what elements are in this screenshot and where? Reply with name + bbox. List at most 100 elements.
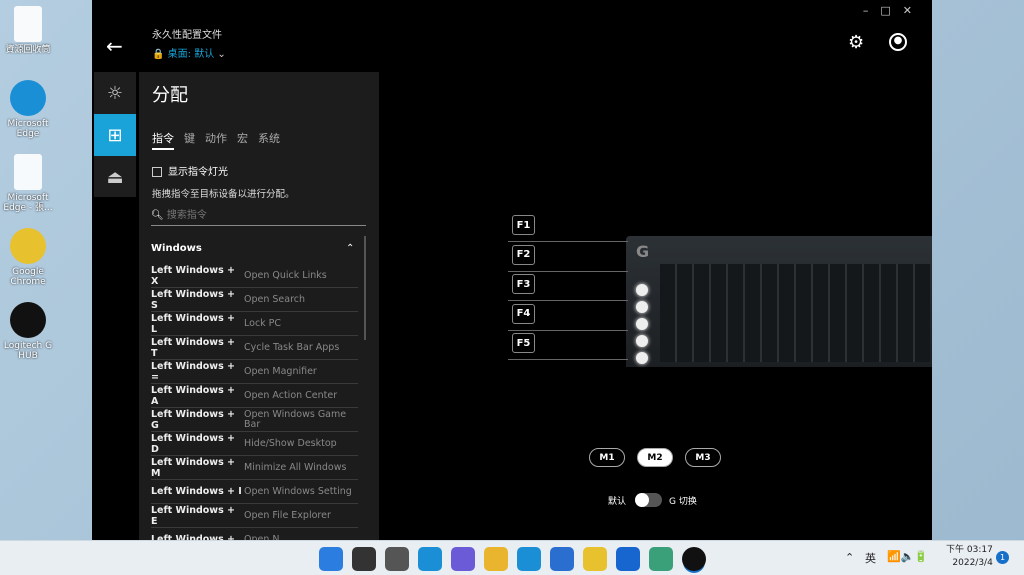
file-icon xyxy=(14,154,42,190)
command-row[interactable]: Left Windows + M Minimize All Windows xyxy=(151,456,358,480)
tab-0[interactable]: 指令 xyxy=(152,132,174,150)
desktop-icon-label: Logitech G HUB xyxy=(3,341,53,361)
chrome-icon[interactable] xyxy=(583,547,607,571)
gkey-dot[interactable] xyxy=(636,352,648,364)
command-row[interactable]: Left Windows + L Lock PC xyxy=(151,312,358,336)
logitech-g-logo: G xyxy=(636,242,650,261)
desktop-icon[interactable]: Microsoft Edge - 張... xyxy=(2,154,54,213)
command-key: Left Windows + E xyxy=(151,504,236,527)
search-icon: 🔍︎ xyxy=(151,210,164,221)
mode-M2[interactable]: M2 xyxy=(637,448,673,467)
date: 2022/3/4 xyxy=(952,558,993,568)
tab-3[interactable]: 宏 xyxy=(237,132,248,145)
mode-M1[interactable]: M1 xyxy=(589,448,625,467)
game-mode-icon[interactable]: ⏏ xyxy=(94,156,136,198)
tab-2[interactable]: 动作 xyxy=(205,132,227,145)
command-key: Left Windows + = xyxy=(151,360,236,383)
keys xyxy=(660,264,930,362)
gkey-dot[interactable] xyxy=(636,301,648,313)
start-icon[interactable] xyxy=(319,547,343,571)
gkey-F3[interactable]: F3 xyxy=(512,274,535,294)
assign-icon[interactable]: ⊞ xyxy=(94,114,136,156)
g-shift-toggle[interactable] xyxy=(635,493,662,507)
desktop-icon[interactable]: Google Chrome xyxy=(2,228,54,287)
command-row[interactable]: Left Windows + D Hide/Show Desktop xyxy=(151,432,358,456)
network-app-icon[interactable] xyxy=(649,547,673,571)
profile-label: 永久性配置文件 xyxy=(152,30,222,41)
command-desc: Hide/Show Desktop xyxy=(244,437,337,449)
file-explorer-icon[interactable] xyxy=(484,547,508,571)
gkey-F4[interactable]: F4 xyxy=(512,303,535,324)
account-icon[interactable]: ● xyxy=(889,33,907,51)
settings-gear-icon[interactable]: ⚙ xyxy=(848,32,864,53)
ime-indicator[interactable]: 英 xyxy=(865,550,876,566)
command-key: Left Windows + T xyxy=(151,336,236,359)
defender-icon[interactable] xyxy=(616,547,640,571)
panel-title: 分配 xyxy=(152,85,188,106)
logitech-g-hub-icon[interactable] xyxy=(682,547,706,571)
desktop-icon[interactable]: 資源回收筒 xyxy=(2,6,54,55)
mode-M3[interactable]: M3 xyxy=(685,448,721,467)
taskbar: ⌃ 英 📶🔈🔋 下午 03:17 2022/3/4 1 xyxy=(0,540,1024,575)
brightness-icon[interactable]: ☼ xyxy=(94,72,136,114)
command-key: Left Windows + I xyxy=(151,486,242,497)
section-windows[interactable]: Windows xyxy=(151,243,202,254)
command-key: Left Windows + L xyxy=(151,312,236,335)
command-desc: Open Quick Links xyxy=(244,269,327,281)
gkey-dot[interactable] xyxy=(636,284,648,296)
recycle-bin-icon xyxy=(14,6,42,42)
gkey-dot[interactable] xyxy=(636,318,648,330)
notification-badge[interactable]: 1 xyxy=(996,551,1009,564)
command-row[interactable]: Left Windows + A Open Action Center xyxy=(151,384,358,408)
gkey-connector xyxy=(508,270,628,272)
tray-chevron-icon[interactable]: ⌃ xyxy=(845,551,854,564)
command-desc: Open Windows Game Bar xyxy=(244,408,347,430)
search-icon[interactable] xyxy=(352,547,376,571)
tab-4[interactable]: 系统 xyxy=(258,132,280,145)
gkey-F1[interactable]: F1 xyxy=(512,215,535,235)
wifi-volume-battery-icon[interactable]: 📶🔈🔋 xyxy=(887,550,928,563)
command-row[interactable]: Left Windows + S Open Search xyxy=(151,288,358,312)
toggle-label-default: 默认 xyxy=(608,497,627,507)
window-controls[interactable]: –□✕ xyxy=(863,4,924,17)
command-row[interactable]: Left Windows + T Cycle Task Bar Apps xyxy=(151,336,358,360)
time: 下午 03:17 xyxy=(946,545,993,555)
chat-icon[interactable] xyxy=(451,547,475,571)
command-row[interactable]: Left Windows + = Open Magnifier xyxy=(151,360,358,384)
desktop-icon-label: 資源回收筒 xyxy=(5,45,51,55)
tabs: 指令键动作宏系统 xyxy=(152,127,290,150)
store-icon[interactable] xyxy=(550,547,574,571)
profile-value: 桌面: 默认 xyxy=(167,49,215,60)
command-row[interactable]: Left Windows + G Open Windows Game Bar xyxy=(151,408,358,432)
scrollbar[interactable] xyxy=(364,236,366,340)
task-view-icon[interactable] xyxy=(385,547,409,571)
command-row[interactable]: Left Windows + E Open File Explorer xyxy=(151,504,358,528)
edge-icon xyxy=(10,80,46,116)
lock-icon: 🔒 xyxy=(152,49,165,60)
chrome-icon xyxy=(10,228,46,264)
chevron-down-icon: ⌄ xyxy=(217,49,226,60)
logitech-g-icon xyxy=(10,302,46,338)
edge-icon[interactable] xyxy=(517,547,541,571)
gkey-dot[interactable] xyxy=(636,335,648,347)
command-desc: Lock PC xyxy=(244,317,282,329)
show-lighting-checkbox[interactable]: 显示指令灯光 xyxy=(152,163,228,178)
command-row[interactable]: Left Windows + X Open Quick Links xyxy=(151,264,358,288)
desktop-icon[interactable]: Microsoft Edge xyxy=(2,80,54,139)
gkey-F2[interactable]: F2 xyxy=(512,244,535,265)
gkey-connector xyxy=(508,329,628,331)
back-arrow-icon[interactable]: ← xyxy=(106,34,123,58)
desktop-icon-label: Google Chrome xyxy=(10,267,46,287)
profile-selector[interactable]: 🔒 桌面: 默认 ⌄ xyxy=(152,45,226,60)
desktop-icon[interactable]: Logitech G HUB xyxy=(2,302,54,361)
clock[interactable]: 下午 03:17 2022/3/4 xyxy=(946,544,993,570)
command-desc: Open Windows Setting xyxy=(244,485,352,497)
search-input[interactable]: 🔍︎ 搜索指令 xyxy=(151,206,366,226)
widgets-icon[interactable] xyxy=(418,547,442,571)
tab-1[interactable]: 键 xyxy=(184,132,195,145)
gkey-F5[interactable]: F5 xyxy=(512,333,535,353)
side-nav: ☼ ⊞ ⏏ xyxy=(94,72,136,197)
gkey-connector xyxy=(508,359,628,360)
chevron-up-icon[interactable]: ⌃ xyxy=(346,243,354,254)
command-row[interactable]: Left Windows + I Open Windows Setting xyxy=(151,480,358,504)
